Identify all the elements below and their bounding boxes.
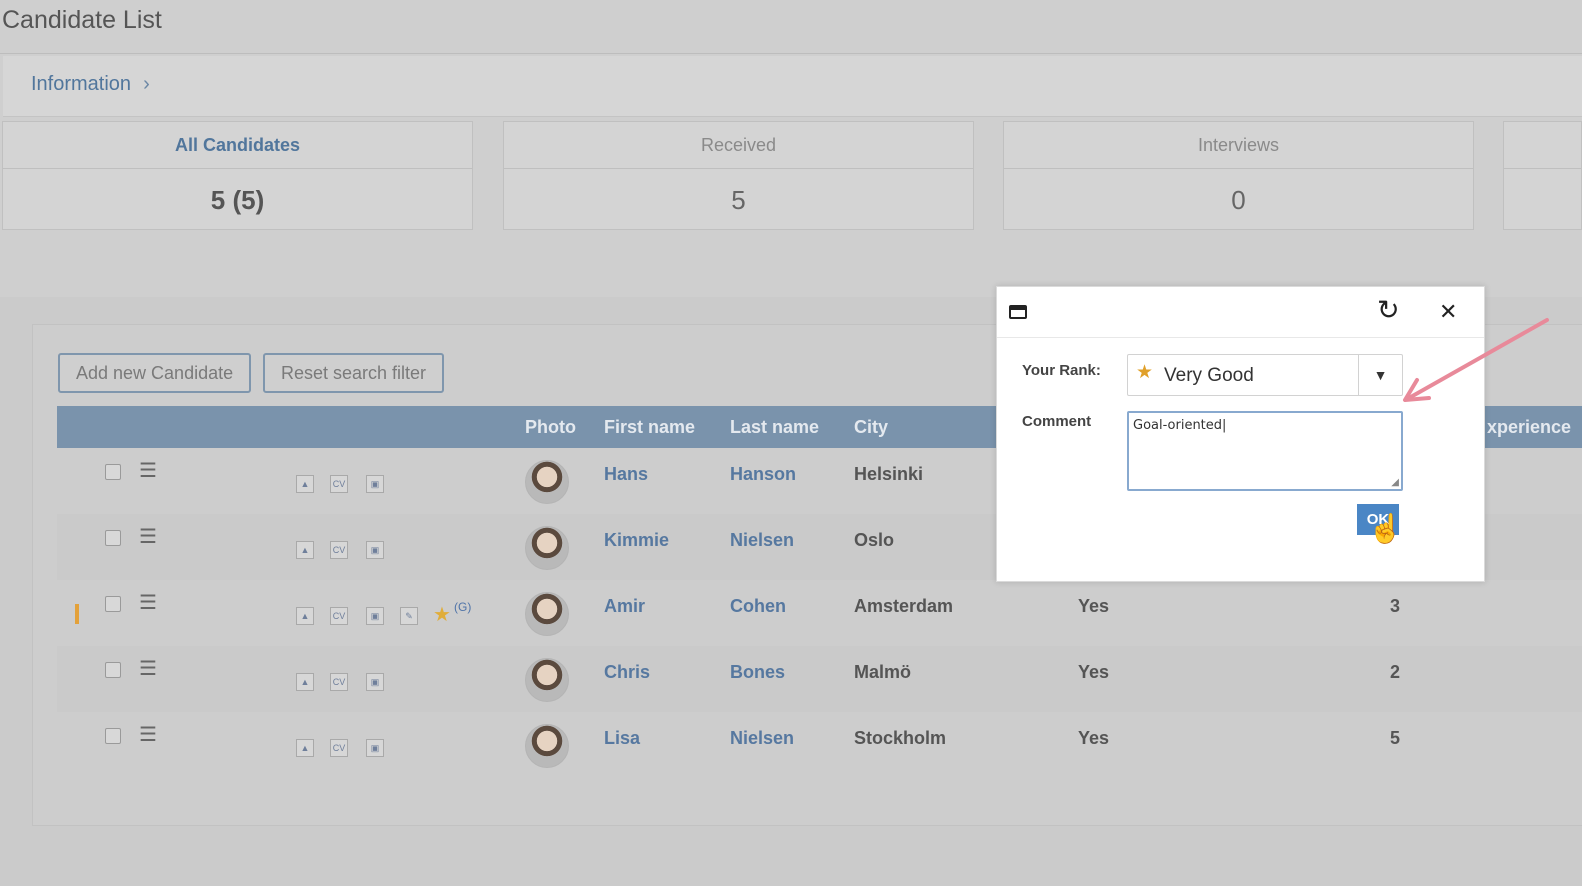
city-cell: Amsterdam [854,596,954,616]
title-divider [0,53,1582,54]
avatar [525,724,569,768]
first-name-link[interactable]: Kimmie [604,530,669,551]
row-checkbox[interactable] [105,464,121,480]
profile-icon[interactable]: ▲ [296,607,314,625]
cv-icon[interactable]: CV [330,475,348,493]
reset-filter-button[interactable]: Reset search filter [263,353,445,393]
table-row[interactable]: ☰ ▲ CV ▣ Chris Bones Malmö Yes 2 [57,646,1582,712]
hamburger-menu-icon[interactable]: ☰ [139,590,157,615]
last-name-link[interactable]: Nielsen [730,530,794,551]
last-name-link[interactable]: Nielsen [730,728,794,749]
star-note: (G) [454,600,472,614]
rank-label: Your Rank: [1022,362,1101,379]
first-name-link[interactable]: Hans [604,464,648,485]
stat-value: 5 (5) [210,185,265,215]
avatar [525,658,569,702]
stat-received[interactable]: Received 5 [503,121,974,230]
breadcrumb[interactable]: Information › [31,73,150,96]
stat-value: 5 [731,185,746,215]
cv-icon[interactable]: CV [330,739,348,757]
city-cell: Oslo [854,530,895,550]
comment-label: Comment [1022,413,1092,430]
chevron-right-icon: › [143,73,150,95]
avatar [525,592,569,636]
edit-note-icon[interactable]: ✎ [400,607,418,625]
profile-icon[interactable]: ▲ [296,475,314,493]
star-icon: ★ [1136,362,1154,383]
flag-cell: Yes [1078,728,1110,748]
comment-value: Goal-oriented [1133,418,1223,433]
document-icon[interactable]: ▣ [366,541,384,559]
hamburger-menu-icon[interactable]: ☰ [139,656,157,681]
resize-handle-icon[interactable]: ◢ [1391,477,1399,488]
col-experience[interactable]: xperience [1487,406,1571,448]
stat-value: 0 [1231,185,1246,215]
hamburger-menu-icon[interactable]: ☰ [139,524,157,549]
document-icon[interactable]: ▣ [366,739,384,757]
hand-cursor-icon: ☝ [1368,513,1403,544]
first-name-link[interactable]: Lisa [604,728,640,749]
row-checkbox[interactable] [105,728,121,744]
stat-all-candidates[interactable]: All Candidates 5 (5) [2,121,473,230]
experience-cell: 5 [1390,728,1401,748]
experience-cell: 3 [1390,596,1401,616]
col-photo[interactable]: Photo [525,406,576,448]
cv-icon[interactable]: CV [330,541,348,559]
city-cell: Malmö [854,662,912,682]
flag-cell: Yes [1078,662,1110,682]
breadcrumb-label: Information [31,73,132,95]
col-first-name[interactable]: First name [604,406,695,448]
rank-select-value: Very Good [1164,365,1254,386]
profile-icon[interactable]: ▲ [296,673,314,691]
last-name-link[interactable]: Cohen [730,596,786,617]
stat-label [1504,122,1581,169]
stat-label: Interviews [1004,122,1473,169]
col-city[interactable]: City [854,406,888,448]
breadcrumb-bar: Information › [3,56,1582,117]
avatar [525,460,569,504]
table-row[interactable]: ☰ ▲ CV ▣ ✎ ★ (G) Amir Cohen Amsterdam Ye… [57,580,1582,646]
city-cell: Stockholm [854,728,947,748]
star-icon[interactable]: ★ [433,602,451,627]
experience-cell: 2 [1390,662,1401,682]
document-icon[interactable]: ▣ [366,673,384,691]
window-icon [1009,305,1027,319]
last-name-link[interactable]: Hanson [730,464,796,485]
flag-cell: Yes [1078,596,1110,616]
table-row[interactable]: ☰ ▲ CV ▣ Lisa Nielsen Stockholm Yes 5 [57,712,1582,778]
comment-textarea[interactable]: Goal-oriented| ◢ [1127,411,1403,491]
rank-select[interactable]: ★ Very Good ▼ [1127,354,1403,396]
cv-icon[interactable]: CV [330,673,348,691]
row-checkbox[interactable] [105,662,121,678]
annotation-arrow-icon [1403,318,1549,402]
profile-icon[interactable]: ▲ [296,739,314,757]
stat-card-partial[interactable] [1503,121,1582,230]
col-last-name[interactable]: Last name [730,406,819,448]
avatar [525,526,569,570]
first-name-link[interactable]: Chris [604,662,650,683]
first-name-link[interactable]: Amir [604,596,645,617]
hamburger-menu-icon[interactable]: ☰ [139,722,157,747]
row-checkbox[interactable] [105,530,121,546]
city-cell: Helsinki [854,464,924,484]
stat-interviews[interactable]: Interviews 0 [1003,121,1474,230]
add-candidate-button[interactable]: Add new Candidate [58,353,252,393]
row-checkbox[interactable] [105,596,121,612]
stat-label: All Candidates [3,122,472,169]
row-marker [75,604,79,624]
hamburger-menu-icon[interactable]: ☰ [139,458,157,483]
last-name-link[interactable]: Bones [730,662,785,683]
document-icon[interactable]: ▣ [366,475,384,493]
document-icon[interactable]: ▣ [366,607,384,625]
profile-icon[interactable]: ▲ [296,541,314,559]
cv-icon[interactable]: CV [330,607,348,625]
stat-label: Received [504,122,973,169]
page-title: Candidate List [2,6,162,34]
